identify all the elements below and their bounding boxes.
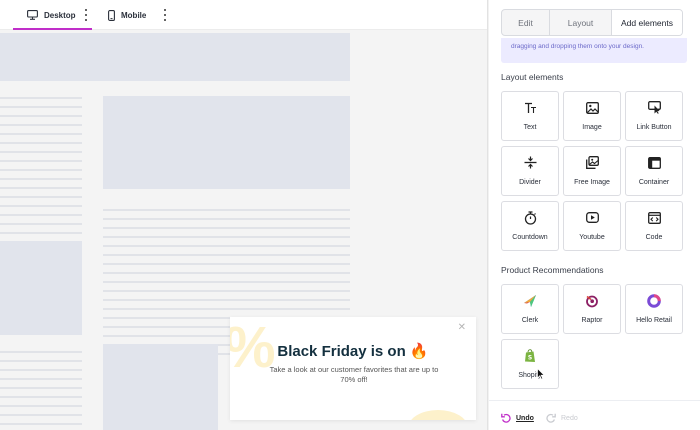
element-card-container[interactable]: Container xyxy=(625,146,683,196)
mobile-options-icon[interactable] xyxy=(163,9,167,21)
undo-icon xyxy=(501,413,511,423)
undo-button[interactable]: Undo xyxy=(501,413,534,423)
element-card-label: Text xyxy=(523,124,537,131)
section-title-layout: Layout elements xyxy=(501,72,564,82)
divider-icon xyxy=(524,156,536,169)
device-toolbar: Desktop Mobile xyxy=(0,0,487,30)
element-card-label: Shopify xyxy=(518,372,542,379)
placeholder-block xyxy=(103,344,218,430)
element-card-label: Hello Retail xyxy=(636,317,672,324)
section-title-product-recommendations: Product Recommendations xyxy=(501,265,604,275)
side-panel: Edit Layout Add elements dragging and dr… xyxy=(489,0,700,430)
redo-button[interactable]: Redo xyxy=(546,413,578,423)
element-card-label: Code xyxy=(645,234,663,241)
element-card-label: Clerk xyxy=(521,317,539,324)
container-icon xyxy=(647,156,661,169)
element-card-free-image[interactable]: Free Image xyxy=(563,146,621,196)
tab-desktop[interactable]: Desktop xyxy=(13,0,92,30)
text-icon xyxy=(524,102,536,113)
placeholder-block xyxy=(103,96,350,189)
element-card-text[interactable]: Text xyxy=(501,91,559,141)
element-card-label: Image xyxy=(582,124,602,131)
placeholder-block xyxy=(0,241,82,335)
element-card-label: Free Image xyxy=(574,179,610,186)
element-card-countdown[interactable]: Countdown xyxy=(501,201,559,251)
tab-desktop-label: Desktop xyxy=(44,10,76,20)
placeholder-text-lines xyxy=(0,351,82,430)
element-card-divider[interactable]: Divider xyxy=(501,146,559,196)
design-canvas[interactable]: Desktop Mobile % ✕ Black Friday is on 🔥 … xyxy=(0,0,488,430)
hello-retail-logo-icon xyxy=(647,293,661,308)
tab-mobile[interactable]: Mobile xyxy=(108,0,156,30)
svg-text:S: S xyxy=(528,354,532,361)
tab-add-elements[interactable]: Add elements xyxy=(612,10,682,35)
image-icon xyxy=(585,101,599,114)
element-card-hello-retail[interactable]: Hello Retail xyxy=(625,284,683,334)
tab-edit[interactable]: Edit xyxy=(502,10,550,35)
element-card-label: Raptor xyxy=(581,317,603,324)
info-notice-text: dragging and dropping them onto your des… xyxy=(511,43,644,50)
element-card-image[interactable]: Image xyxy=(563,91,621,141)
code-icon xyxy=(647,211,661,224)
popup-preview[interactable]: % ✕ Black Friday is on 🔥 Take a look at … xyxy=(230,317,476,420)
undo-label: Undo xyxy=(516,414,534,422)
free-image-icon xyxy=(585,156,599,169)
link-button-icon xyxy=(647,101,661,114)
info-notice: dragging and dropping them onto your des… xyxy=(501,38,687,63)
popup-title: Black Friday is on 🔥 xyxy=(277,343,429,360)
placeholder-text-lines xyxy=(0,97,82,237)
clerk-logo-icon xyxy=(524,294,536,307)
element-card-clerk[interactable]: Clerk xyxy=(501,284,559,334)
stopwatch-icon xyxy=(524,210,536,225)
redo-label: Redo xyxy=(561,414,578,422)
tab-layout[interactable]: Layout xyxy=(550,10,612,35)
element-card-youtube[interactable]: Youtube xyxy=(563,201,621,251)
raptor-logo-icon xyxy=(586,295,598,307)
element-card-label: Container xyxy=(638,179,670,186)
element-card-shopify[interactable]: S Shopify xyxy=(501,339,559,389)
popup-body-text: Take a look at our customer favorites th… xyxy=(269,365,439,385)
element-card-raptor[interactable]: Raptor xyxy=(563,284,621,334)
close-icon[interactable]: ✕ xyxy=(458,323,466,333)
redo-icon xyxy=(546,413,556,423)
element-card-label: Link Button xyxy=(636,124,672,131)
panel-footer: Undo Redo xyxy=(489,400,700,430)
youtube-icon xyxy=(585,212,599,223)
desktop-icon xyxy=(27,10,38,20)
shopify-logo-icon: S xyxy=(525,348,535,362)
element-card-label: Countdown xyxy=(512,234,548,241)
mobile-icon xyxy=(108,9,115,21)
desktop-options-icon[interactable] xyxy=(84,9,88,21)
placeholder-block xyxy=(0,33,350,81)
panel-tabs: Edit Layout Add elements xyxy=(501,9,683,36)
element-card-label: Youtube xyxy=(579,234,605,241)
tab-mobile-label: Mobile xyxy=(121,10,147,20)
mouse-cursor-icon xyxy=(537,368,545,380)
element-card-label: Divider xyxy=(519,179,541,186)
blob-decoration xyxy=(408,410,468,420)
element-card-code[interactable]: Code xyxy=(625,201,683,251)
element-card-link-button[interactable]: Link Button xyxy=(625,91,683,141)
